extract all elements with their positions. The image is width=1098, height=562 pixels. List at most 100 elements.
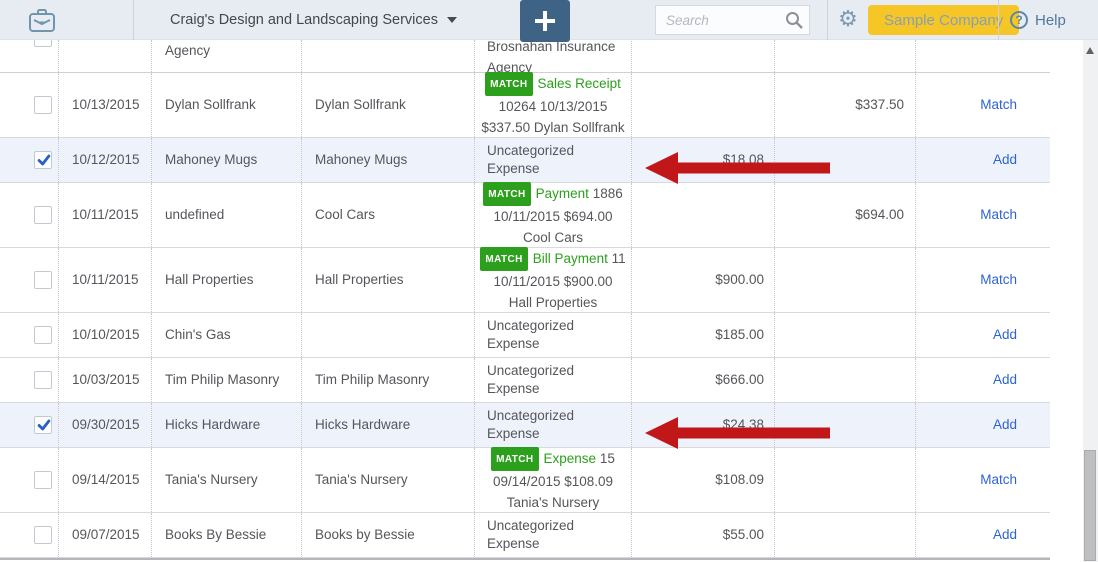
row-checkbox[interactable]	[34, 526, 52, 544]
match-type-link[interactable]: Payment	[536, 186, 589, 201]
received-cell	[775, 248, 916, 312]
top-navigation-bar: Craig's Design and Landscaping Services …	[0, 0, 1098, 42]
gear-icon[interactable]: ⚙	[836, 8, 860, 32]
match-line-3: Cool Cars	[522, 230, 584, 245]
payee-cell: Tania's Nursery	[302, 448, 475, 512]
date-cell: 10/12/2015	[59, 138, 152, 182]
header-divider	[133, 0, 134, 40]
description-cell: Hall Properties	[152, 248, 302, 312]
row-checkbox[interactable]	[34, 40, 52, 47]
table-row: Agency Brosnahan Insurance Agency	[0, 40, 1050, 73]
action-cell: Add	[916, 358, 1050, 402]
spent-cell: $55.00	[632, 513, 775, 557]
match-badge: MATCH	[480, 247, 528, 271]
row-checkbox[interactable]	[34, 471, 52, 489]
checkbox-cell	[0, 448, 59, 512]
match-line: Agency	[487, 60, 533, 73]
table-row: 10/11/2015 Hall Properties Hall Properties…	[0, 247, 1050, 313]
date-cell	[59, 40, 152, 72]
help-icon: ?	[1010, 11, 1028, 29]
create-new-button[interactable]	[520, 0, 570, 42]
row-checkbox[interactable]	[34, 96, 52, 114]
row-checkbox[interactable]	[34, 271, 52, 289]
category-cell: Uncategorized Expense	[475, 138, 632, 182]
spent-cell: $24.38	[632, 403, 775, 447]
match-link[interactable]: Match	[980, 96, 1017, 114]
match-line-2: 10/11/2015 $694.00	[493, 209, 613, 224]
chevron-down-icon	[446, 17, 457, 23]
match-line-2: 09/14/2015 $108.09	[492, 474, 614, 489]
sample-company-badge[interactable]: Sample Company	[868, 5, 1020, 35]
match-type-link[interactable]: Bill Payment	[533, 251, 608, 266]
description-cell: Dylan Sollfrank	[152, 73, 302, 137]
add-link[interactable]: Add	[993, 416, 1017, 434]
table-row: 10/13/2015 Dylan Sollfrank Dylan Sollfrank…	[0, 72, 1050, 138]
row-checkbox[interactable]	[34, 416, 52, 434]
payee-cell	[302, 313, 475, 357]
action-cell: Match	[916, 248, 1050, 312]
checkbox-cell	[0, 138, 59, 182]
help-button[interactable]: ? Help	[1010, 0, 1066, 40]
description-cell: Books By Bessie	[152, 513, 302, 557]
briefcase-icon[interactable]	[28, 7, 56, 34]
match-line-3: Tania's Nursery	[506, 495, 600, 510]
checkbox-cell	[0, 248, 59, 312]
match-line-3: Hall Properties	[508, 295, 598, 310]
row-checkbox[interactable]	[34, 371, 52, 389]
spent-cell: $666.00	[632, 358, 775, 402]
checkbox-cell	[0, 403, 59, 447]
spent-cell	[632, 183, 775, 247]
add-link[interactable]: Add	[993, 151, 1017, 169]
match-line-1: MATCH Bill Payment 11	[480, 247, 626, 271]
checkbox-cell	[0, 313, 59, 357]
row-checkbox[interactable]	[34, 151, 52, 169]
payee-cell: Dylan Sollfrank	[302, 73, 475, 137]
action-cell: Match	[916, 73, 1050, 137]
table-row: 09/30/2015 Hicks Hardware Hicks Hardware Un…	[0, 403, 1050, 449]
table-row: 09/07/2015 Books By Bessie Books by Bessie…	[0, 513, 1050, 558]
checkbox-cell	[0, 358, 59, 402]
category-cell: Uncategorized Expense	[475, 403, 632, 447]
search-icon[interactable]	[784, 10, 804, 30]
match-line-3: $337.50 Dylan Sollfrank	[481, 120, 625, 135]
received-cell	[775, 403, 916, 447]
table-row: 10/03/2015 Tim Philip Masonry Tim Philip M…	[0, 358, 1050, 403]
match-line-2: 10/11/2015 $900.00	[493, 274, 613, 289]
date-cell: 09/14/2015	[59, 448, 152, 512]
received-cell	[775, 313, 916, 357]
description-cell: Tania's Nursery	[152, 448, 302, 512]
match-link[interactable]: Match	[980, 271, 1017, 289]
vertical-scrollbar[interactable]	[1083, 40, 1098, 562]
category-cell: MATCH Sales Receipt 10264 10/13/2015 $337.5…	[475, 72, 632, 137]
received-cell	[775, 513, 916, 557]
category-cell: MATCH Expense 15 09/14/2015 $108.09 Tania's…	[475, 447, 632, 512]
match-badge: MATCH	[483, 182, 531, 206]
received-cell	[775, 448, 916, 512]
category-cell: Uncategorized Expense	[475, 313, 632, 357]
match-link[interactable]: Match	[980, 471, 1017, 489]
match-type-link[interactable]: Sales Receipt	[538, 76, 621, 91]
spent-cell	[632, 40, 775, 72]
action-cell: Add	[916, 313, 1050, 357]
scroll-up-arrow-icon[interactable]	[1086, 47, 1094, 54]
header-divider	[827, 0, 828, 40]
company-selector[interactable]: Craig's Design and Landscaping Services	[170, 0, 457, 40]
received-cell: $694.00	[775, 183, 916, 247]
row-checkbox[interactable]	[34, 206, 52, 224]
add-link[interactable]: Add	[993, 526, 1017, 544]
add-link[interactable]: Add	[993, 326, 1017, 344]
checkbox-cell	[0, 513, 59, 557]
action-cell: Match	[916, 448, 1050, 512]
date-cell: 09/07/2015	[59, 513, 152, 557]
match-type-link[interactable]: Expense	[544, 451, 597, 466]
payee-cell: Tim Philip Masonry	[302, 358, 475, 402]
company-name: Craig's Design and Landscaping Services	[170, 12, 438, 28]
table-row: 10/12/2015 Mahoney Mugs Mahoney Mugs Uncate…	[0, 138, 1050, 184]
add-link[interactable]: Add	[993, 371, 1017, 389]
table-row: 09/14/2015 Tania's Nursery Tania's Nursery…	[0, 447, 1050, 513]
row-checkbox[interactable]	[34, 326, 52, 344]
action-cell	[916, 40, 1050, 72]
spent-cell: $108.09	[632, 448, 775, 512]
match-link[interactable]: Match	[980, 206, 1017, 224]
scrollbar-thumb[interactable]	[1084, 450, 1096, 561]
